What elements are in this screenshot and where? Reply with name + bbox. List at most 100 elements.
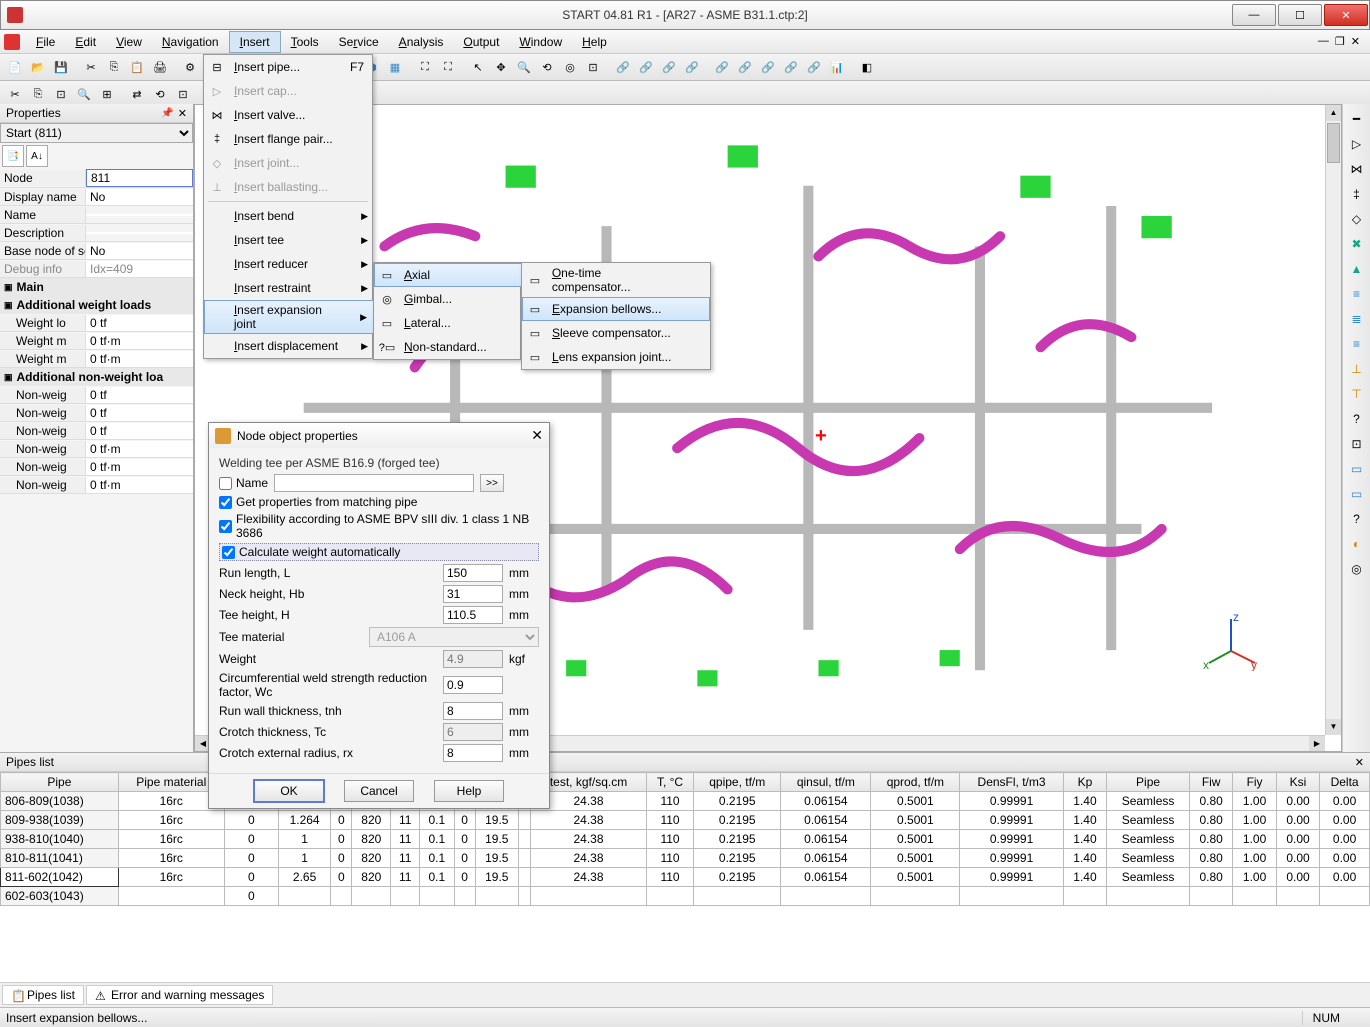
table-row[interactable]: 938-810(1040)16rc010820110.1019.524.3811… — [1, 830, 1370, 849]
menu-tools[interactable]: Tools — [281, 32, 329, 52]
link-button[interactable]: 🔗 — [612, 56, 634, 78]
menu-item[interactable]: Insert restraint▶ — [204, 276, 374, 300]
link-button[interactable]: 🔗 — [658, 56, 680, 78]
prop-value[interactable]: 0 tf — [86, 387, 193, 403]
menu-item[interactable]: Insert tee▶ — [204, 228, 374, 252]
prop-category[interactable]: Additional weight loads — [0, 296, 193, 314]
tool-icon[interactable]: ⊡ — [172, 83, 194, 105]
expansion-icon[interactable]: ▭ — [1346, 483, 1368, 505]
prop-value[interactable]: 0 tf·m — [86, 333, 193, 349]
menu-item[interactable]: Insert bend▶ — [204, 204, 374, 228]
value-field[interactable] — [443, 585, 503, 603]
view-box-button[interactable]: ▦ — [384, 56, 406, 78]
menu-item[interactable]: ▭Lens expansion joint... — [522, 345, 710, 369]
tool-icon[interactable]: 🔍 — [73, 83, 95, 105]
dialog-close-button[interactable]: ✕ — [531, 427, 543, 444]
menu-item[interactable]: ◎Gimbal... — [374, 287, 544, 311]
tool-icon[interactable]: ⚙ — [179, 56, 201, 78]
tool-icon[interactable]: ◐ — [1346, 533, 1368, 555]
menu-item[interactable]: ?▭Non-standard... — [374, 335, 544, 359]
link-button[interactable]: 🔗 — [803, 56, 825, 78]
paste-button[interactable]: 📋 — [126, 56, 148, 78]
value-field[interactable] — [443, 702, 503, 720]
flange-icon[interactable]: ‡ — [1346, 183, 1368, 205]
zoom-in-button[interactable]: 🔍 — [513, 56, 535, 78]
mdi-close-button[interactable]: ✕ — [1351, 35, 1360, 48]
prop-value[interactable]: 0 tf·m — [86, 441, 193, 457]
prop-value[interactable]: 811 — [86, 169, 193, 187]
column-header[interactable]: DensFl, t/m3 — [960, 773, 1063, 792]
prop-value[interactable]: 0 tf·m — [86, 459, 193, 475]
menu-analysis[interactable]: Analysis — [389, 32, 454, 52]
value-field[interactable] — [443, 744, 503, 762]
cut-button[interactable]: ✂ — [80, 56, 102, 78]
name-field[interactable] — [274, 474, 474, 492]
valve-icon[interactable]: ⋈ — [1346, 158, 1368, 180]
name-checkbox[interactable]: Name — [219, 476, 268, 490]
pipe-icon[interactable]: ━ — [1346, 108, 1368, 130]
table-row[interactable]: 810-811(1041)16rc010820110.1019.524.3811… — [1, 849, 1370, 868]
link-button[interactable]: 🔗 — [635, 56, 657, 78]
column-header[interactable]: Fiy — [1233, 773, 1276, 792]
flex-checkbox[interactable]: Flexibility according to ASME BPV sIII d… — [219, 512, 539, 540]
delete-icon[interactable]: ✖ — [1346, 233, 1368, 255]
pipes-table[interactable]: PipePipe materialdX, mtest, kgf/sq.cmT, … — [0, 772, 1370, 982]
value-field[interactable] — [443, 606, 503, 624]
menu-item[interactable]: ⊥Insert ballasting... — [204, 175, 374, 199]
joint-icon[interactable]: ◇ — [1346, 208, 1368, 230]
zoom-extent-button[interactable]: ⛶ — [437, 56, 459, 78]
tab-pipes-list[interactable]: 📋Pipes list — [2, 985, 84, 1005]
value-field[interactable] — [443, 564, 503, 582]
tool-icon[interactable]: ⊡ — [1346, 433, 1368, 455]
menu-window[interactable]: Window — [509, 32, 572, 52]
tool-icon[interactable]: ⊞ — [96, 83, 118, 105]
column-header[interactable]: Pipe — [1107, 773, 1190, 792]
mdi-restore-button[interactable]: ❐ — [1335, 35, 1345, 48]
menu-item[interactable]: ‡Insert flange pair... — [204, 127, 374, 151]
value-field[interactable] — [443, 676, 503, 694]
tool-icon[interactable]: ◎ — [559, 56, 581, 78]
maximize-button[interactable]: ☐ — [1278, 4, 1322, 26]
material-select[interactable]: A106 A — [369, 627, 539, 647]
table-row[interactable]: 806-809(1038)16rc04.7360820110.1019.524.… — [1, 792, 1370, 811]
alpha-sort-button[interactable]: A↓ — [26, 145, 48, 167]
menu-output[interactable]: Output — [453, 32, 509, 52]
copy-button[interactable]: ⎘ — [103, 56, 125, 78]
value-field[interactable] — [443, 723, 503, 741]
prop-category[interactable]: Additional non-weight loa — [0, 368, 193, 386]
prop-value[interactable]: Idx=409 — [86, 261, 193, 277]
prop-value[interactable]: 0 tf — [86, 405, 193, 421]
panel-close-icon[interactable]: ✕ — [178, 107, 187, 120]
prop-value[interactable]: 0 tf — [86, 315, 193, 331]
table-row[interactable]: 811-602(1042)16rc02.650820110.1019.524.3… — [1, 868, 1370, 887]
anchor-icon[interactable]: ⊥ — [1346, 358, 1368, 380]
close-button[interactable]: ✕ — [1324, 4, 1368, 26]
mdi-minimize-button[interactable]: — — [1318, 35, 1329, 48]
prop-value[interactable]: No — [86, 189, 193, 205]
new-button[interactable]: 📄 — [4, 56, 26, 78]
link-button[interactable]: 🔗 — [681, 56, 703, 78]
tool-icon[interactable]: ? — [1346, 408, 1368, 430]
tool-icon[interactable]: ? — [1346, 508, 1368, 530]
menu-help[interactable]: Help — [572, 32, 617, 52]
menu-item[interactable]: Insert displacement▶ — [204, 334, 374, 358]
tool-icon[interactable]: ⇄ — [126, 83, 148, 105]
cap-icon[interactable]: ▷ — [1346, 133, 1368, 155]
menu-item[interactable]: ▭Axial▶ — [374, 263, 544, 287]
support-icon[interactable]: ▲ — [1346, 258, 1368, 280]
panel-close-icon[interactable]: ✕ — [1355, 756, 1364, 769]
property-grid[interactable]: Node811Display nameNoNameDescriptionBase… — [0, 169, 193, 752]
save-button[interactable]: 💾 — [50, 56, 72, 78]
rotate-button[interactable]: ⟲ — [536, 56, 558, 78]
menu-item[interactable]: ▭Expansion bellows... — [522, 297, 710, 321]
link-button[interactable]: 🔗 — [734, 56, 756, 78]
vertical-scrollbar[interactable]: ▲▼ — [1325, 105, 1341, 735]
menu-item[interactable]: Insert reducer▶ — [204, 252, 374, 276]
column-header[interactable]: Fiw — [1189, 773, 1232, 792]
pin-icon[interactable]: 📌 — [161, 108, 173, 119]
menu-view[interactable]: View — [106, 32, 152, 52]
menu-edit[interactable]: Edit — [65, 32, 106, 52]
menu-item[interactable]: ▭Lateral... — [374, 311, 544, 335]
prop-value[interactable]: No — [86, 243, 193, 259]
tab-errors[interactable]: ⚠Error and warning messages — [86, 985, 273, 1005]
